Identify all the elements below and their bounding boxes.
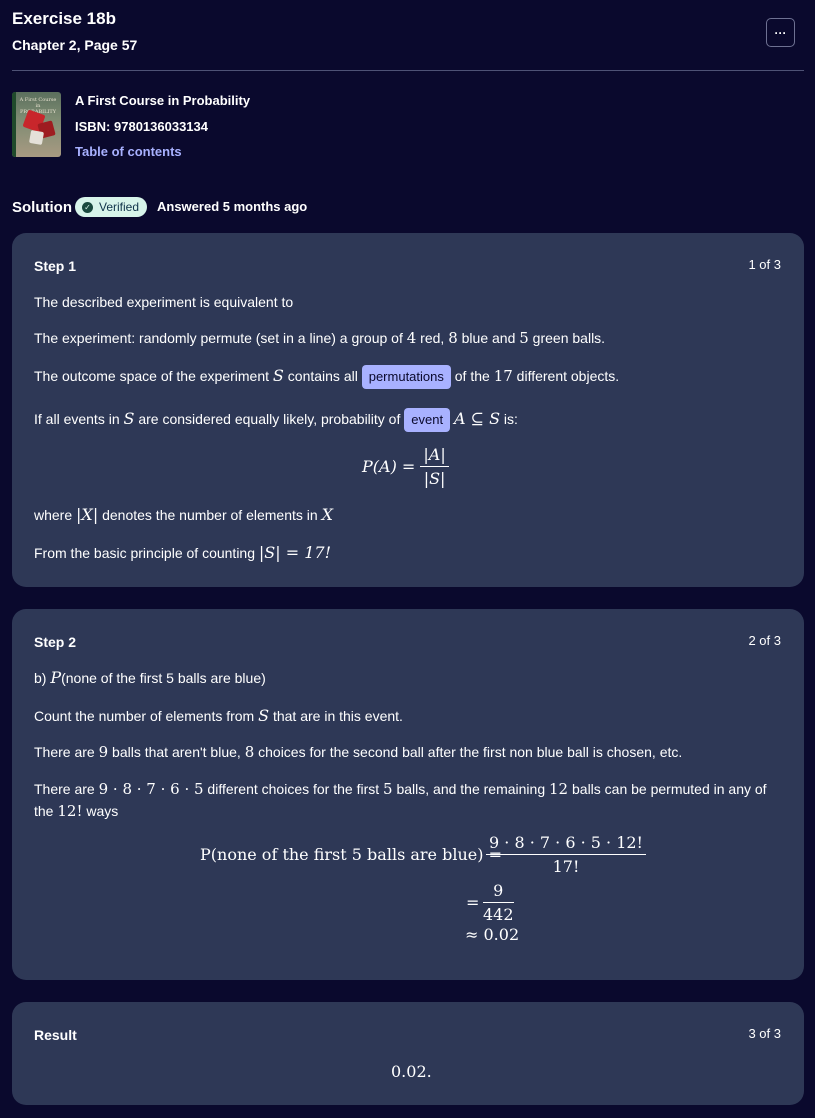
- verified-badge: ✓ Verified: [75, 197, 148, 217]
- step-counter: 1 of 3: [748, 257, 781, 272]
- step-text: If all events in S are considered equall…: [34, 408, 518, 433]
- step-card-1: Step 1 1 of 3 The described experiment i…: [12, 233, 804, 587]
- step-title: Step 2: [34, 634, 77, 650]
- step-text: There are 9 balls that aren't blue, 8 ch…: [34, 743, 683, 761]
- step-text: The outcome space of the experiment S co…: [34, 365, 619, 390]
- book-cover-image[interactable]: A First Course in PROBABILITY: [12, 92, 61, 157]
- step-text: Count the number of elements from S that…: [34, 706, 403, 725]
- glossary-chip-event[interactable]: event: [404, 408, 451, 433]
- step-text: From the basic principle of counting |S|…: [34, 543, 331, 562]
- step-card-2: Step 2 2 of 3 b) P(none of the first 5 b…: [12, 609, 804, 980]
- step-text: There are 9 · 8 · 7 · 6 · 5 different ch…: [34, 780, 767, 820]
- chapter-page: Chapter 2, Page 57: [12, 37, 138, 53]
- header-divider: [12, 70, 804, 71]
- verified-label: Verified: [99, 200, 140, 214]
- step-counter: 2 of 3: [748, 633, 781, 648]
- glossary-chip-permutations[interactable]: permutations: [361, 365, 451, 390]
- step-title: Step 1: [34, 258, 77, 274]
- step-text: The described experiment is equivalent t…: [34, 294, 294, 310]
- result-title: Result: [34, 1027, 77, 1043]
- verified-check-icon: ✓: [82, 201, 93, 213]
- probability-formula: P(A) = |A| |S|: [362, 445, 449, 488]
- book-title[interactable]: A First Course in Probability: [75, 93, 250, 108]
- more-options-button[interactable]: ···: [766, 18, 795, 47]
- result-card: Result 3 of 3 0.02.: [12, 1002, 804, 1105]
- answered-time: Answered 5 months ago: [157, 199, 308, 214]
- step-text: b) P(none of the first 5 balls are blue): [34, 668, 266, 687]
- ellipsis-icon: ···: [774, 25, 787, 40]
- solution-label: Solution: [12, 199, 72, 216]
- result-value: 0.02.: [391, 1062, 432, 1081]
- book-isbn: ISBN: 9780136033134: [75, 119, 208, 134]
- table-of-contents-link[interactable]: Table of contents: [75, 144, 182, 159]
- step-text: where |X| denotes the number of elements…: [34, 505, 333, 524]
- dice-graphic: [28, 129, 45, 146]
- exercise-title: Exercise 18b: [12, 9, 116, 28]
- step-counter: 3 of 3: [748, 1026, 781, 1041]
- step-text: The experiment: randomly permute (set in…: [34, 329, 606, 347]
